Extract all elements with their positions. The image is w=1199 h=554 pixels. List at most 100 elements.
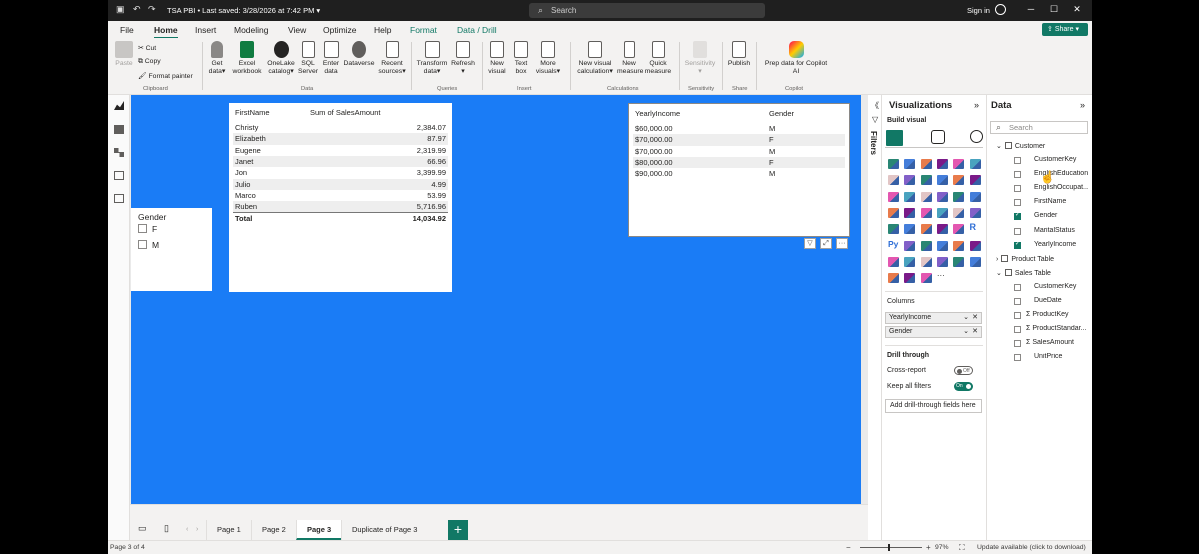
next-page-icon[interactable]: › [196,526,198,533]
image-icon[interactable] [953,256,965,267]
field-checkbox[interactable] [1014,227,1021,235]
zoom-slider[interactable] [860,547,922,548]
maximize-icon[interactable]: ☐ [1047,4,1061,15]
data-search-input[interactable]: ⌕ Search [990,121,1088,134]
field-item[interactable]: Σ ProductStandar... [1026,325,1088,332]
field-item[interactable]: CustomerKey [1034,156,1088,163]
mobile-layout-icon[interactable]: ▯ [164,523,169,534]
stacked-bar-icon[interactable] [888,159,899,169]
table-row[interactable]: Marco 53.99 [233,190,448,201]
collapse-pane-icon[interactable]: » [1080,100,1085,110]
save-icon[interactable]: ▣ [116,4,125,15]
azure-map-icon[interactable] [936,207,948,218]
checkbox[interactable] [138,224,147,233]
table-header-product-table[interactable]: › Product Table [996,254,1088,263]
format-painter-button[interactable]: 🖌 Format painter [138,72,193,80]
zoom-in-icon[interactable]: + [926,543,931,552]
table-row[interactable]: Julio 4.99 [233,178,448,190]
table-header-sales-table[interactable]: ⌄ Sales Table [996,268,1088,277]
update-available-link[interactable]: Update available (click to download) [977,544,1086,551]
line-chart-icon[interactable] [888,175,899,186]
avatar-icon[interactable] [995,4,1006,15]
filter-icon[interactable]: ▽ [804,238,816,249]
new-measure-button[interactable]: New measure [617,41,643,76]
power-automate-icon[interactable] [920,256,932,267]
enter-data-button[interactable]: Enter data [320,41,342,76]
chevron-down-icon[interactable]: ⌄ [963,313,969,323]
goals-icon[interactable] [888,273,899,284]
recent-sources-button[interactable]: Recent sources▾ [376,41,408,76]
map-icon[interactable] [888,207,899,218]
collapse-pane-icon[interactable]: » [974,100,979,110]
key-influencers-icon[interactable] [904,240,916,251]
prev-page-icon[interactable]: ‹ [186,526,188,533]
tmdl-view-icon[interactable] [114,194,124,203]
card-icon[interactable] [969,207,981,218]
100-column-icon[interactable] [969,159,981,169]
table-row[interactable]: Ruben 5,716.96 [233,201,448,213]
minimize-icon[interactable]: ─ [1024,4,1038,14]
field-item[interactable]: CustomerKey [1034,283,1088,290]
tab-file[interactable]: File [120,25,134,35]
slicer-icon[interactable] [920,224,932,235]
field-checkbox[interactable] [1014,354,1021,362]
excel-workbook-button[interactable]: Excel workbook [230,41,264,76]
tab-home[interactable]: Home [154,25,178,39]
column-header-sum-salesamount[interactable]: Sum of SalesAmount [310,108,380,117]
analytics-tab-icon[interactable] [970,130,983,143]
expand-filters-icon[interactable]: 《 [871,100,879,111]
scatter-icon[interactable] [920,191,932,202]
field-checkbox[interactable] [1014,240,1021,249]
narrative-icon[interactable] [953,240,965,251]
slicer-option-m[interactable]: M [138,240,159,250]
keep-all-filters-toggle[interactable]: On [954,382,973,391]
table-row[interactable]: $80,000.00 F [633,156,845,169]
close-icon[interactable]: ✕ [1070,4,1084,15]
income-table-visual[interactable]: YearlyIncome Gender $60,000.00 M $70,000.0… [628,103,850,237]
kpi-icon[interactable] [904,224,916,235]
matrix-icon[interactable] [953,224,965,235]
table-row[interactable]: $70,000.00 M [633,146,845,157]
column-header-firstname[interactable]: FirstName [235,108,270,117]
dataverse-button[interactable]: Dataverse [342,41,376,68]
field-item[interactable]: Σ SalesAmount [1026,339,1088,346]
table-header-customer[interactable]: ⌄ Customer [996,142,1088,150]
table-icon[interactable] [936,224,948,235]
more-visuals-button[interactable]: More visuals▾ [532,41,564,76]
page-tab-2[interactable]: Page 2 [251,520,296,540]
field-checkbox[interactable] [1014,211,1021,221]
zoom-level[interactable]: 97% [935,544,949,551]
more-visuals-icon[interactable]: ··· [937,271,945,280]
table-view-icon[interactable] [114,125,124,134]
share-button[interactable]: ⇪ Share ▾ [1042,23,1088,36]
ai-icon[interactable] [969,256,981,267]
power-apps-icon[interactable] [904,256,916,267]
tab-data-drill[interactable]: Data / Drill [457,25,497,35]
remove-field-icon[interactable]: ✕ [972,327,978,337]
r-visual-icon[interactable]: R [970,222,977,232]
more-options-icon[interactable]: ··· [836,238,848,249]
page-tab-duplicate[interactable]: Duplicate of Page 3 [341,520,427,540]
chevron-down-icon[interactable]: ⌄ [996,270,1002,277]
table-row[interactable]: Elizabeth 87.97 [233,133,448,145]
sales-table-visual[interactable]: FirstName Sum of SalesAmount Christy 2,38… [229,103,452,292]
field-checkbox[interactable] [1014,340,1021,348]
filled-map-icon[interactable] [904,207,916,218]
checkbox[interactable] [138,240,147,249]
field-item[interactable]: UnitPrice [1034,353,1088,360]
column-header-yearlyincome[interactable]: YearlyIncome [635,109,680,118]
fit-to-page-icon[interactable]: ⛶ [959,543,965,553]
sign-in-link[interactable]: Sign in [967,6,990,15]
dax-query-icon[interactable] [114,171,124,180]
field-item[interactable]: MaritalStatus [1034,227,1088,234]
multi-row-card-icon[interactable] [888,224,899,235]
tab-modeling[interactable]: Modeling [234,25,269,35]
gauge-icon[interactable] [953,207,965,218]
field-checkbox[interactable] [1014,311,1021,319]
field-item[interactable]: EnglishOccupat... [1034,184,1088,191]
python-visual-icon[interactable]: Py [888,239,898,249]
decomposition-tree-icon[interactable] [920,240,932,251]
cut-button[interactable]: ✂ Cut [138,44,156,52]
search-box[interactable]: ⌕ Search [529,3,765,18]
copy-button[interactable]: ⧉ Copy [138,58,161,66]
